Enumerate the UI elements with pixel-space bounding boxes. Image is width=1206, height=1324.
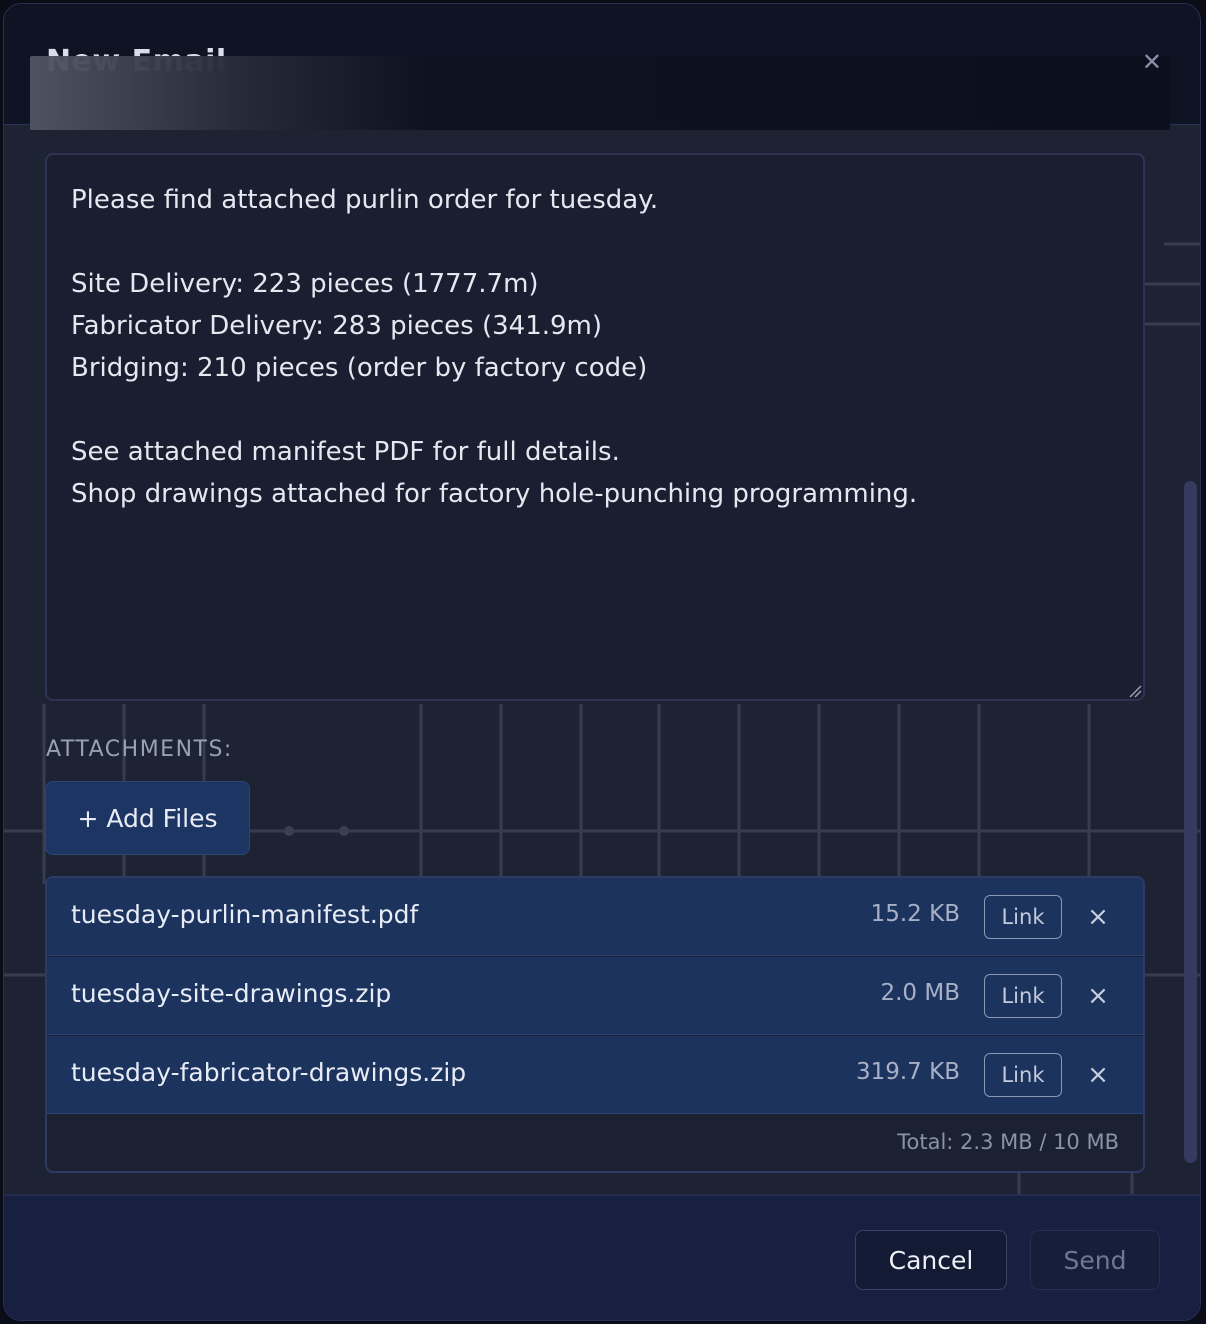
attachment-link-button[interactable]: Link [984,1053,1062,1097]
redacted-header-area [30,56,1170,130]
send-button[interactable]: Send [1030,1230,1160,1290]
add-files-button[interactable]: + Add Files [45,781,250,855]
attachment-size: 319.7 KB [855,1059,960,1085]
attachment-row: tuesday-purlin-manifest.pdf 15.2 KB Link… [47,878,1143,956]
email-body-textarea[interactable]: Please find attached purlin order for tu… [45,153,1145,701]
scrollbar-thumb[interactable] [1184,481,1197,1163]
attachment-row: tuesday-fabricator-drawings.zip 319.7 KB… [47,1036,1143,1114]
modal-header: New Email ✕ [4,4,1200,130]
remove-attachment-icon[interactable]: × [1083,1058,1113,1092]
resize-grip-icon[interactable] [1128,684,1142,698]
attachments-label: ATTACHMENTS: [46,737,233,762]
attachment-link-button[interactable]: Link [984,974,1062,1018]
close-icon[interactable]: ✕ [1142,48,1162,76]
attachments-total: Total: 2.3 MB / 10 MB [897,1130,1119,1154]
attachment-size: 2.0 MB [880,980,960,1006]
cancel-button[interactable]: Cancel [855,1230,1007,1290]
modal-footer: Cancel Send [4,1194,1200,1320]
attachment-name: tuesday-site-drawings.zip [71,979,392,1008]
attachment-name: tuesday-fabricator-drawings.zip [71,1058,467,1087]
attachment-row: tuesday-site-drawings.zip 2.0 MB Link × [47,957,1143,1035]
attachment-size: 15.2 KB [870,901,960,927]
new-email-modal: New Email ✕ Please find attached purlin … [3,3,1201,1321]
attachment-link-button[interactable]: Link [984,895,1062,939]
remove-attachment-icon[interactable]: × [1083,979,1113,1013]
attachment-name: tuesday-purlin-manifest.pdf [71,900,419,929]
attachment-list: tuesday-purlin-manifest.pdf 15.2 KB Link… [45,876,1145,1173]
remove-attachment-icon[interactable]: × [1083,900,1113,934]
